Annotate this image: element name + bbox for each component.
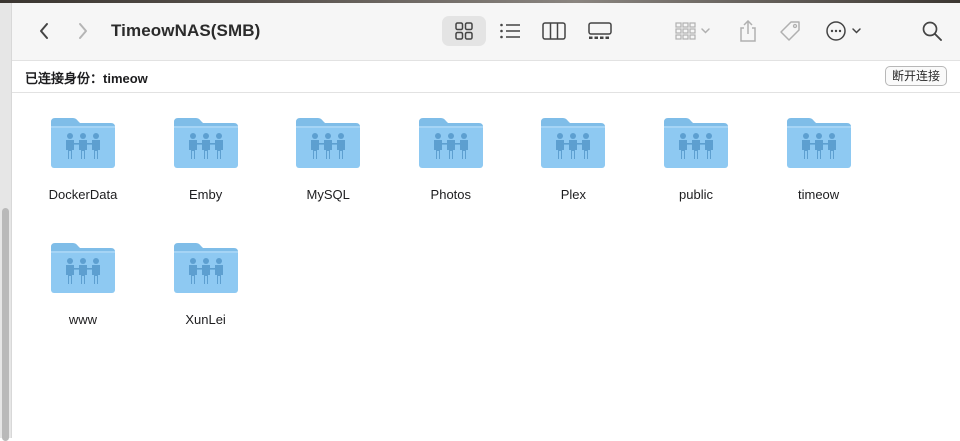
folder-item[interactable]: MySQL	[267, 92, 389, 207]
forward-icon	[79, 23, 87, 39]
forward-button[interactable]	[70, 17, 96, 45]
folder-label: timeow	[798, 187, 840, 202]
tag-icon	[780, 21, 800, 41]
shared-folder-icon	[541, 118, 606, 168]
shared-folder-icon	[418, 118, 483, 168]
disconnect-button[interactable]: 断开连接	[885, 66, 948, 86]
group-icon	[675, 22, 710, 40]
shared-folder-icon	[296, 118, 361, 168]
folder-label: Photos	[430, 187, 472, 202]
folder-label: XunLei	[185, 312, 226, 327]
tag-button[interactable]	[774, 16, 806, 46]
folder-label: Plex	[560, 187, 587, 202]
search-icon	[922, 21, 942, 41]
folder-item[interactable]: DockerData	[22, 92, 144, 207]
column-view-icon	[542, 22, 566, 40]
folder-item[interactable]: Plex	[512, 92, 634, 207]
more-icon	[826, 21, 861, 41]
shared-folder-icon	[173, 243, 238, 293]
folder-item[interactable]: timeow	[758, 92, 880, 207]
gallery-view-icon	[588, 22, 612, 39]
folder-label: Emby	[188, 187, 223, 202]
column-view-button[interactable]	[532, 16, 576, 46]
folder-item[interactable]: Emby	[145, 92, 267, 207]
gallery-view-button[interactable]	[578, 16, 622, 46]
connected-as-label: 已连接身份：timeow	[25, 71, 148, 86]
shared-folder-icon	[173, 118, 238, 168]
folder-grid: DockerData Emby MySQL Photos Plex public…	[12, 92, 960, 438]
shared-folder-icon	[786, 118, 851, 168]
folder-item[interactable]: Photos	[390, 92, 512, 207]
share-icon	[740, 20, 756, 42]
back-button[interactable]	[31, 17, 57, 45]
icon-view-icon	[455, 22, 473, 40]
window-title: TimeowNAS(SMB)	[111, 21, 261, 40]
folder-label: public	[679, 187, 713, 202]
search-button[interactable]	[916, 16, 948, 46]
folder-item[interactable]: www	[22, 217, 144, 332]
connection-bar: 已连接身份：timeow 断开连接	[12, 60, 960, 93]
folder-label: www	[68, 312, 98, 327]
more-actions-button[interactable]	[822, 16, 868, 46]
list-view-button[interactable]	[488, 16, 532, 46]
shared-folder-icon	[664, 118, 728, 168]
sidebar-edge	[0, 3, 12, 441]
folder-item[interactable]: public	[635, 92, 757, 207]
icon-view-button[interactable]	[442, 16, 486, 46]
back-icon	[40, 23, 48, 39]
list-view-icon	[500, 23, 520, 39]
folder-label: DockerData	[48, 187, 118, 202]
group-button[interactable]	[670, 16, 716, 46]
sidebar-scrollbar[interactable]	[2, 208, 9, 441]
shared-folder-icon	[51, 243, 115, 293]
toolbar: TimeowNAS(SMB)	[12, 3, 960, 60]
folder-label: MySQL	[306, 187, 350, 202]
folder-item[interactable]: XunLei	[145, 217, 267, 332]
shared-folder-icon	[51, 118, 115, 168]
share-button[interactable]	[732, 16, 764, 46]
